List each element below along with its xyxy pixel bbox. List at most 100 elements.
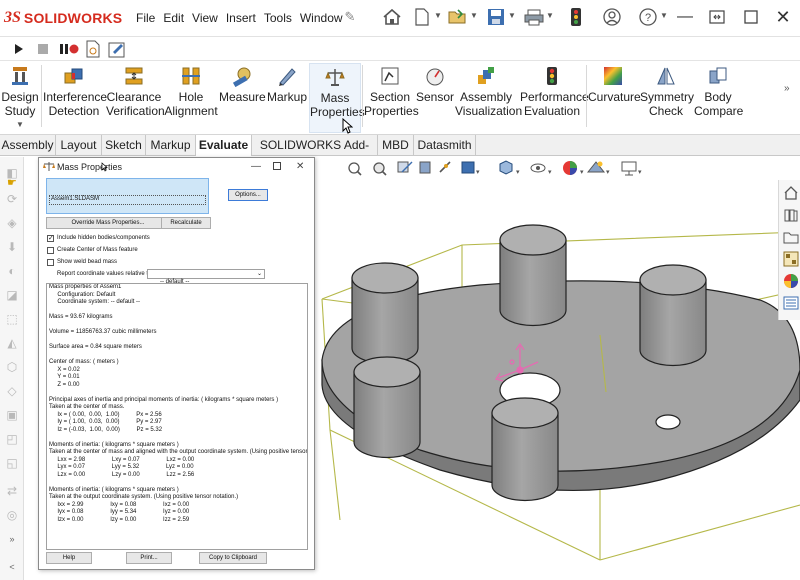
symmetry-check-button[interactable]: Symmetry Check: [640, 63, 694, 133]
toolbar-icon[interactable]: ◈: [4, 215, 20, 231]
weld-bead-checkbox[interactable]: [47, 259, 54, 266]
menu-file[interactable]: File: [132, 10, 159, 26]
clearance-verification-button[interactable]: Clearance Verification: [106, 63, 165, 133]
apply-scene-icon[interactable]: ▾: [586, 161, 610, 177]
view-settings-icon[interactable]: ▾: [621, 161, 642, 176]
macro-edit-icon[interactable]: [108, 40, 126, 58]
help-caret-icon[interactable]: ▼: [660, 11, 668, 20]
close-icon[interactable]: ✕: [768, 4, 798, 30]
copy-to-clipboard-button[interactable]: Copy to Clipboard: [199, 552, 267, 564]
print-button[interactable]: Print...: [126, 552, 172, 564]
new-document-icon[interactable]: [410, 6, 434, 28]
restore-panels-icon[interactable]: [702, 4, 732, 30]
dialog-minimize-icon[interactable]: —: [251, 158, 261, 176]
tab-datasmith[interactable]: Datasmith: [414, 135, 476, 156]
recalculate-button[interactable]: Recalculate: [161, 217, 211, 229]
maximize-icon[interactable]: [736, 4, 766, 30]
interference-detection-button[interactable]: Interference Detection: [43, 63, 107, 133]
sensor-button[interactable]: Sensor: [416, 63, 454, 133]
selected-items-list[interactable]: Assem1.SLDASM: [46, 178, 209, 214]
macro-new-icon[interactable]: [84, 40, 102, 58]
dialog-close-icon[interactable]: ✕: [296, 158, 304, 176]
design-study-caret-icon[interactable]: ▼: [0, 118, 40, 132]
design-study-button[interactable]: Design Study ▼: [0, 63, 40, 133]
tab-assembly[interactable]: Assembly: [0, 135, 56, 156]
toolbar-icon[interactable]: ◇: [4, 383, 20, 399]
menu-insert[interactable]: Insert: [222, 10, 260, 26]
toolbar-icon[interactable]: ⬇: [4, 239, 20, 255]
tab-layout[interactable]: Layout: [56, 135, 102, 156]
print-caret-icon[interactable]: ▼: [546, 11, 554, 20]
tab-mbd[interactable]: MBD: [378, 135, 414, 156]
help-button[interactable]: Help: [46, 552, 92, 564]
toolbar-icon[interactable]: ▣: [4, 407, 20, 423]
hide-show-items-icon[interactable]: ▾: [530, 163, 552, 176]
expand-icon[interactable]: »: [4, 531, 20, 547]
include-hidden-checkbox[interactable]: ✓: [47, 235, 54, 242]
tab-sketch[interactable]: Sketch: [102, 135, 146, 156]
rebuild-traffic-light-icon[interactable]: [564, 6, 588, 28]
toolbar-icon[interactable]: ⬡: [4, 359, 20, 375]
results-text[interactable]: Mass properties of Assem1 Configuration:…: [46, 283, 308, 550]
menu-tools[interactable]: Tools: [260, 10, 296, 26]
measure-button[interactable]: Measure: [219, 63, 266, 133]
toolbar-icon[interactable]: ◐: [4, 263, 20, 279]
hole-alignment-button[interactable]: Hole Alignment: [164, 63, 218, 133]
print-icon[interactable]: [522, 6, 546, 28]
body-compare-button[interactable]: Body Compare: [694, 63, 743, 133]
home-icon[interactable]: [380, 6, 404, 28]
new-caret-icon[interactable]: ▼: [434, 11, 442, 20]
toolbar-icon[interactable]: ⟳: [4, 191, 20, 207]
toolbar-icon[interactable]: ◎: [4, 507, 20, 523]
custom-properties-icon[interactable]: [782, 294, 800, 312]
create-com-checkbox[interactable]: [47, 247, 54, 254]
tab-evaluate[interactable]: Evaluate: [196, 135, 252, 156]
previous-view-icon[interactable]: [397, 161, 413, 173]
open-caret-icon[interactable]: ▼: [470, 11, 478, 20]
macro-stop-icon[interactable]: [34, 40, 52, 58]
appearances-icon[interactable]: [782, 272, 800, 290]
view-orientation-icon[interactable]: ▾: [461, 161, 480, 176]
pin-icon[interactable]: ✎: [338, 6, 362, 28]
performance-evaluation-button[interactable]: Performance Evaluation: [520, 63, 589, 133]
edit-appearance-icon[interactable]: ▾: [563, 161, 584, 176]
assembly-visualization-button[interactable]: Assembly Visualization: [455, 63, 522, 133]
menu-view[interactable]: View: [188, 10, 222, 26]
options-button[interactable]: Options...: [228, 189, 268, 201]
scroll-left-icon[interactable]: <: [4, 559, 20, 575]
user-account-icon[interactable]: [600, 6, 624, 28]
save-icon[interactable]: [484, 6, 508, 28]
dialog-title-bar[interactable]: Mass Properties — ✕: [39, 158, 314, 176]
open-folder-icon[interactable]: [446, 6, 470, 28]
design-library-icon[interactable]: [782, 206, 800, 224]
solidworks-resources-icon[interactable]: [782, 184, 800, 202]
save-caret-icon[interactable]: ▼: [508, 11, 516, 20]
zoom-to-area-icon[interactable]: [373, 162, 387, 176]
ribbon-overflow-icon[interactable]: »: [784, 83, 790, 94]
display-style-icon[interactable]: ▾: [499, 160, 520, 176]
toolbar-icon[interactable]: ◱: [4, 455, 20, 471]
tab-solidworks-add-ins[interactable]: SOLIDWORKS Add-Ins: [252, 135, 378, 173]
toolbar-icon[interactable]: ⬚: [4, 311, 20, 327]
toolbar-icon[interactable]: ⇄: [4, 483, 20, 499]
file-explorer-icon[interactable]: [782, 228, 800, 246]
mass-properties-button[interactable]: Mass Properties: [309, 63, 365, 134]
macro-run-icon[interactable]: [10, 40, 28, 58]
help-icon[interactable]: ?: [636, 6, 660, 28]
section-properties-button[interactable]: Section Properties: [364, 63, 419, 133]
menu-edit[interactable]: Edit: [159, 10, 188, 26]
solidworks-logo[interactable]: 3S SOLIDWORKS: [4, 8, 122, 28]
dynamic-annotation-icon[interactable]: [439, 161, 451, 173]
view-palette-icon[interactable]: [782, 250, 800, 268]
minimize-icon[interactable]: —: [670, 4, 700, 30]
zoom-to-fit-icon[interactable]: [348, 162, 362, 176]
tab-markup[interactable]: Markup: [146, 135, 196, 156]
markup-button[interactable]: Markup: [266, 63, 308, 133]
toolbar-icon[interactable]: ◭: [4, 335, 20, 351]
curvature-button[interactable]: Curvature: [588, 63, 641, 133]
selected-item[interactable]: Assem1.SLDASM: [49, 195, 206, 205]
coordinate-system-select[interactable]: -- default -- ⌄: [147, 269, 265, 285]
override-mass-properties-button[interactable]: Override Mass Properties...: [46, 217, 170, 229]
dialog-maximize-icon[interactable]: [273, 162, 281, 170]
toolbar-icon[interactable]: ◰: [4, 431, 20, 447]
